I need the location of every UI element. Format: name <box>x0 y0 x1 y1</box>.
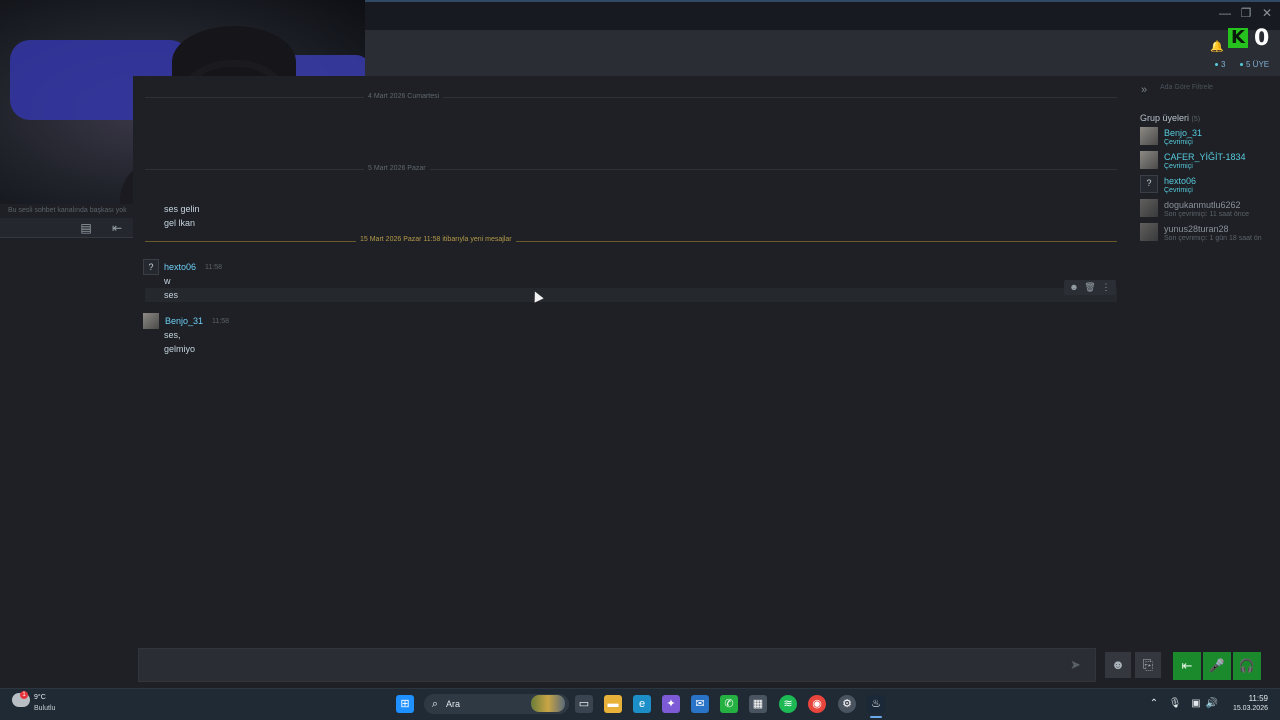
chat-header <box>365 30 1280 76</box>
task-view-icon[interactable]: ▭ <box>575 695 593 713</box>
message-text: ses, <box>164 330 181 340</box>
message-text: w <box>164 276 171 286</box>
member-status: Çevrimiçi <box>1164 163 1193 170</box>
online-count[interactable]: 3 <box>1215 60 1225 69</box>
new-messages-label: 15 Mart 2026 Pazar 11:58 itibarıyla yeni… <box>356 236 516 243</box>
chat-history <box>133 76 1133 646</box>
spotify-icon[interactable]: ≋ <box>779 695 797 713</box>
member-filter-input[interactable]: Ada Göre Filtrele <box>1160 84 1275 96</box>
collapse-panel-icon[interactable]: » <box>1141 84 1153 96</box>
windows-start-icon[interactable]: ⊞ <box>396 695 414 713</box>
file-explorer-icon[interactable]: ▬ <box>604 695 622 713</box>
clock-time[interactable]: 11:59 <box>1224 694 1268 703</box>
member-status: Çevrimiçi <box>1164 139 1193 146</box>
delete-icon[interactable]: 🗑 <box>1084 281 1096 293</box>
message-text: ses <box>164 290 179 300</box>
minimize-button[interactable]: — <box>1216 4 1234 22</box>
avatar[interactable]: ? <box>143 259 159 275</box>
weather-description[interactable]: Bulutlu <box>34 705 55 712</box>
search-icon: ⌕ <box>431 698 439 710</box>
clock-date[interactable]: 15.03.2026 <box>1214 705 1268 712</box>
k-logo-icon: K <box>1228 28 1248 48</box>
attach-icon[interactable]: ⎘ <box>1135 652 1161 678</box>
message-input[interactable] <box>138 648 1096 682</box>
member-status: Çevrimiçi <box>1164 187 1193 194</box>
message-text: ses gelin <box>164 204 200 214</box>
voice-channel-note: Bu sesli sohbet kanalında başkası yok <box>8 207 127 214</box>
calendar-icon[interactable]: ▤ <box>78 220 94 236</box>
reaction-icon[interactable]: ☻ <box>1068 281 1080 293</box>
member-status: Son çevrimiçi: 11 saat önce <box>1164 211 1250 218</box>
leave-channel-icon[interactable]: ⇤ <box>109 220 125 236</box>
search-highlight-image[interactable] <box>531 695 565 712</box>
member-name[interactable]: dogukanmutlu6262 <box>1164 200 1241 210</box>
day-divider <box>145 169 1117 170</box>
microphone-icon[interactable]: 🎤 <box>1203 652 1231 680</box>
day-divider-label: 5 Mart 2026 Pazar <box>364 165 430 172</box>
k-count: 0 <box>1254 26 1270 51</box>
whatsapp-icon[interactable]: ✆ <box>720 695 738 713</box>
hovered-message-row[interactable] <box>145 288 1117 302</box>
members-header: Grup üyeleri (5) <box>1140 113 1201 123</box>
member-name[interactable]: hexto06 <box>1164 176 1196 186</box>
day-divider <box>145 97 1117 98</box>
steam-icon[interactable]: ♨ <box>867 695 885 713</box>
leave-voice-icon[interactable]: ⇤ <box>1173 652 1201 680</box>
new-messages-divider <box>145 241 1117 242</box>
store-icon[interactable]: ▦ <box>749 695 767 713</box>
outlook-icon[interactable]: ✉ <box>691 695 709 713</box>
avatar[interactable]: ? <box>1140 175 1158 193</box>
active-app-indicator <box>870 716 882 718</box>
message-timestamp: 11:58 <box>212 318 229 325</box>
message-author[interactable]: Benjo_31 <box>165 316 203 326</box>
member-name[interactable]: CAFER_YİĞİT-1834 <box>1164 152 1246 162</box>
message-text: gel lkan <box>164 218 196 228</box>
more-options-icon[interactable]: ⋮ <box>1100 281 1112 293</box>
avatar[interactable] <box>1140 127 1158 145</box>
bell-icon[interactable]: 🔔 <box>1210 40 1224 53</box>
avatar[interactable] <box>143 313 159 329</box>
close-button[interactable]: ✕ <box>1258 4 1276 22</box>
chrome-icon[interactable]: ◉ <box>808 695 826 713</box>
member-count[interactable]: 5 ÜYE <box>1240 60 1269 69</box>
weather-alert-badge: 1 <box>20 691 28 699</box>
steam-chat-window: — ❐ ✕ 🔔 K 0 3 5 ÜYE Bu sesli sohbet kana… <box>0 0 1280 688</box>
member-name[interactable]: Benjo_31 <box>1164 128 1202 138</box>
edge-icon[interactable]: e <box>633 695 651 713</box>
member-name[interactable]: yunus28turan28 <box>1164 224 1229 234</box>
day-divider-label: 4 Mart 2026 Cumartesi <box>364 93 444 100</box>
avatar[interactable] <box>1140 199 1158 217</box>
message-text: gelmiyo <box>164 344 196 354</box>
member-status: Son çevrimiçi: 1 gün 18 saat ön <box>1164 235 1262 242</box>
restore-button[interactable]: ❐ <box>1237 4 1255 22</box>
headphones-icon[interactable]: 🎧 <box>1233 652 1261 680</box>
search-label[interactable]: Ara <box>446 699 460 709</box>
avatar[interactable] <box>1140 151 1158 169</box>
emoji-icon[interactable]: ☻ <box>1105 652 1131 678</box>
send-icon[interactable]: ➤ <box>1070 657 1086 673</box>
avatar[interactable] <box>1140 223 1158 241</box>
weather-temperature[interactable]: 9°C <box>34 694 46 701</box>
message-timestamp: 11:58 <box>205 264 222 271</box>
microphone-tray-icon[interactable]: 🎙 <box>1168 697 1182 711</box>
message-author[interactable]: hexto06 <box>164 262 196 272</box>
network-icon[interactable]: ▣ <box>1189 697 1203 711</box>
copilot-icon[interactable]: ✦ <box>662 695 680 713</box>
app-icon[interactable]: ⚙ <box>838 695 856 713</box>
chevron-up-icon[interactable]: ⌃ <box>1147 697 1161 711</box>
